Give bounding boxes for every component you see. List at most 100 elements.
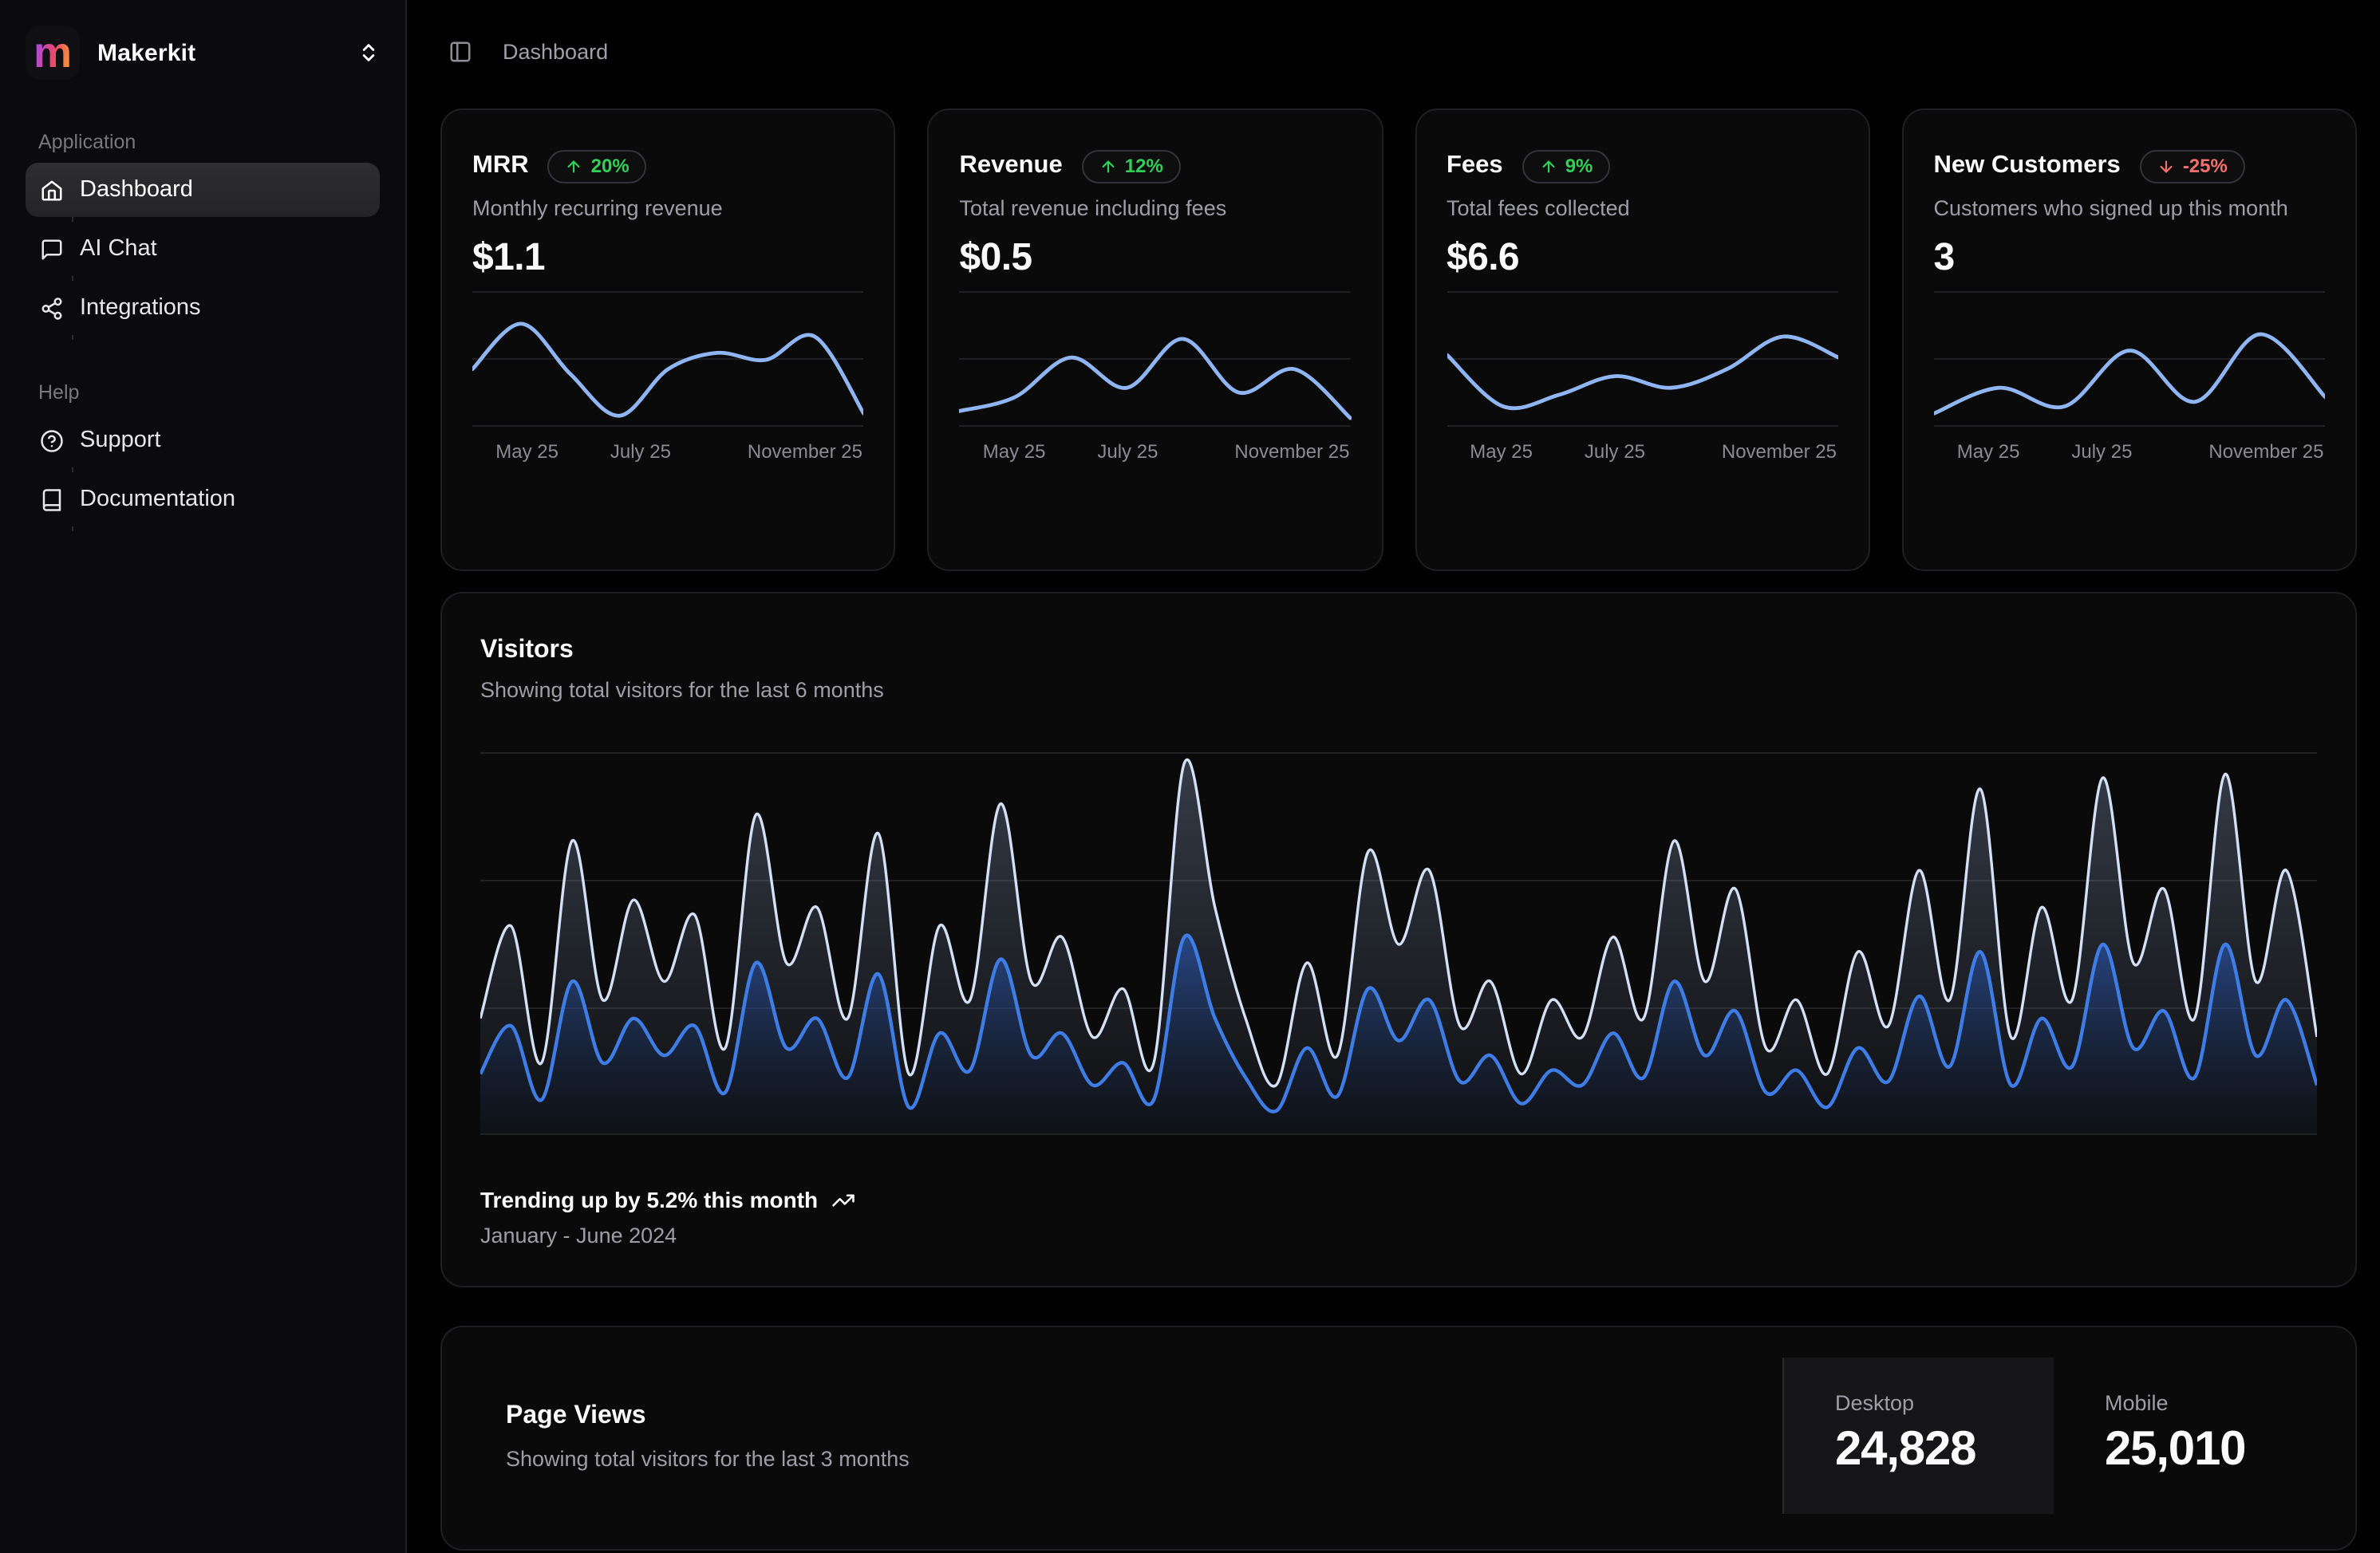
stat-title: MRR (472, 152, 529, 180)
trend-badge-value: 12% (1125, 155, 1163, 177)
sidebar-item-support[interactable]: Support (26, 413, 380, 467)
toggle-label: Desktop (1835, 1390, 2054, 1414)
trend-badge-value: -25% (2183, 155, 2228, 177)
share-icon (40, 296, 64, 320)
visitors-subtitle: Showing total visitors for the last 6 mo… (480, 678, 2317, 702)
stat-title: Fees (1447, 152, 1503, 180)
stat-cards-row: MRR 20% Monthly recurring revenue $1.1 M… (440, 108, 2357, 570)
workspace-selector[interactable]: m Makerkit (26, 26, 380, 80)
sidebar-item-label: Integrations (80, 295, 201, 321)
toggle-mobile[interactable]: Mobile 25,010 (2054, 1357, 2325, 1514)
toggle-value: 24,828 (1835, 1422, 2054, 1476)
x-tick: May 25 (1957, 439, 2020, 462)
sparkline-x-axis: May 25 July 25 November 25 (1934, 439, 2326, 462)
stat-title: New Customers (1934, 152, 2121, 180)
x-tick: July 25 (1097, 439, 1158, 462)
stat-card-revenue: Revenue 12% Total revenue including fees… (928, 108, 1383, 570)
toggle-value: 25,010 (2105, 1422, 2325, 1476)
book-icon (40, 487, 64, 511)
trend-badge-value: 20% (591, 155, 630, 177)
stat-subtitle: Total fees collected (1447, 195, 1838, 219)
trend-badge: 9% (1522, 149, 1611, 183)
stat-card-new-customers: New Customers -25% Customers who signed … (1902, 108, 2358, 570)
arrow-up-icon (566, 157, 583, 175)
sidebar-item-documentation[interactable]: Documentation (26, 472, 380, 526)
x-tick: July 25 (610, 439, 671, 462)
x-tick: November 25 (1722, 439, 1837, 462)
topbar: Dashboard (440, 0, 2357, 102)
sidebar-rail-tick (71, 276, 380, 281)
x-tick: July 25 (2071, 439, 2132, 462)
arrow-up-icon (1099, 157, 1117, 175)
sidebar-toggle-button[interactable] (448, 39, 472, 63)
stat-card-mrr: MRR 20% Monthly recurring revenue $1.1 M… (440, 108, 896, 570)
visitors-area-chart (480, 747, 2317, 1141)
sparkline-chart (1934, 290, 2326, 427)
chevrons-up-down-icon (357, 41, 380, 64)
trend-badge: 12% (1082, 149, 1181, 183)
x-tick: May 25 (983, 439, 1046, 462)
sidebar-section-application: Application (26, 131, 380, 153)
house-icon (40, 178, 64, 202)
sidebar-rail-tick (71, 467, 380, 472)
page-views-subtitle: Showing total visitors for the last 3 mo… (506, 1446, 910, 1470)
sidebar-item-dashboard[interactable]: Dashboard (26, 163, 380, 217)
circle-help-icon (40, 428, 64, 452)
x-tick: November 25 (2208, 439, 2323, 462)
visitors-trend-text: Trending up by 5.2% this month (480, 1187, 818, 1212)
sparkline-x-axis: May 25 July 25 November 25 (472, 439, 864, 462)
sidebar-rail-tick (71, 335, 380, 340)
page-views-card: Page Views Showing total visitors for th… (440, 1325, 2357, 1550)
arrow-up-icon (1540, 157, 1557, 175)
stat-subtitle: Total revenue including fees (960, 195, 1352, 219)
visitors-footer: Trending up by 5.2% this month January -… (480, 1187, 855, 1248)
page-views-toggles: Desktop 24,828 Mobile 25,010 (1782, 1357, 2325, 1514)
visitors-card: Visitors Showing total visitors for the … (440, 592, 2357, 1287)
trend-badge: 20% (548, 149, 647, 183)
makerkit-logo-letter: m (34, 26, 72, 80)
sidebar-item-label: Support (80, 428, 161, 453)
sparkline-x-axis: May 25 July 25 November 25 (1447, 439, 1838, 462)
sparkline-chart (472, 290, 864, 427)
main-content: Dashboard MRR 20% Monthly recurring reve… (409, 0, 2380, 1553)
sidebar-item-ai-chat[interactable]: AI Chat (26, 222, 380, 276)
stat-card-fees: Fees 9% Total fees collected $6.6 May 25… (1415, 108, 1870, 570)
arrow-down-icon (2157, 157, 2175, 175)
visitors-title: Visitors (480, 637, 2317, 665)
stat-value: $0.5 (960, 235, 1352, 280)
x-tick: May 25 (495, 439, 558, 462)
page-views-title: Page Views (506, 1401, 646, 1430)
sidebar: m Makerkit Application Dashboard AI Chat (0, 0, 407, 1553)
sidebar-item-label: AI Chat (80, 236, 157, 262)
x-tick: November 25 (1234, 439, 1349, 462)
sidebar-item-label: Documentation (80, 487, 235, 512)
stat-title: Revenue (960, 152, 1063, 180)
stat-value: $1.1 (472, 235, 864, 280)
stat-value: 3 (1934, 235, 2326, 280)
sidebar-rail-tick (71, 217, 380, 222)
x-tick: May 25 (1470, 439, 1533, 462)
x-tick: July 25 (1585, 439, 1645, 462)
trend-badge: -25% (2140, 149, 2245, 183)
trending-up-icon (831, 1188, 855, 1212)
toggle-label: Mobile (2105, 1390, 2325, 1414)
sparkline-chart (1447, 290, 1838, 427)
sidebar-section-help: Help (26, 381, 380, 404)
x-tick: November 25 (748, 439, 862, 462)
workspace-name: Makerkit (97, 39, 195, 66)
breadcrumb: Dashboard (503, 39, 608, 63)
sparkline-chart (960, 290, 1352, 427)
sidebar-item-label: Dashboard (80, 177, 193, 203)
stat-subtitle: Customers who signed up this month (1934, 195, 2326, 219)
toggle-desktop[interactable]: Desktop 24,828 (1782, 1357, 2054, 1514)
message-square-icon (40, 237, 64, 261)
app-window: m Makerkit Application Dashboard AI Chat (0, 0, 2380, 1553)
stat-subtitle: Monthly recurring revenue (472, 195, 864, 219)
makerkit-logo: m (26, 26, 80, 80)
sidebar-rail-tick (71, 526, 380, 531)
trend-badge-value: 9% (1565, 155, 1593, 177)
sparkline-x-axis: May 25 July 25 November 25 (960, 439, 1352, 462)
sidebar-item-integrations[interactable]: Integrations (26, 281, 380, 335)
visitors-date-range: January - June 2024 (480, 1224, 855, 1248)
stat-value: $6.6 (1447, 235, 1838, 280)
